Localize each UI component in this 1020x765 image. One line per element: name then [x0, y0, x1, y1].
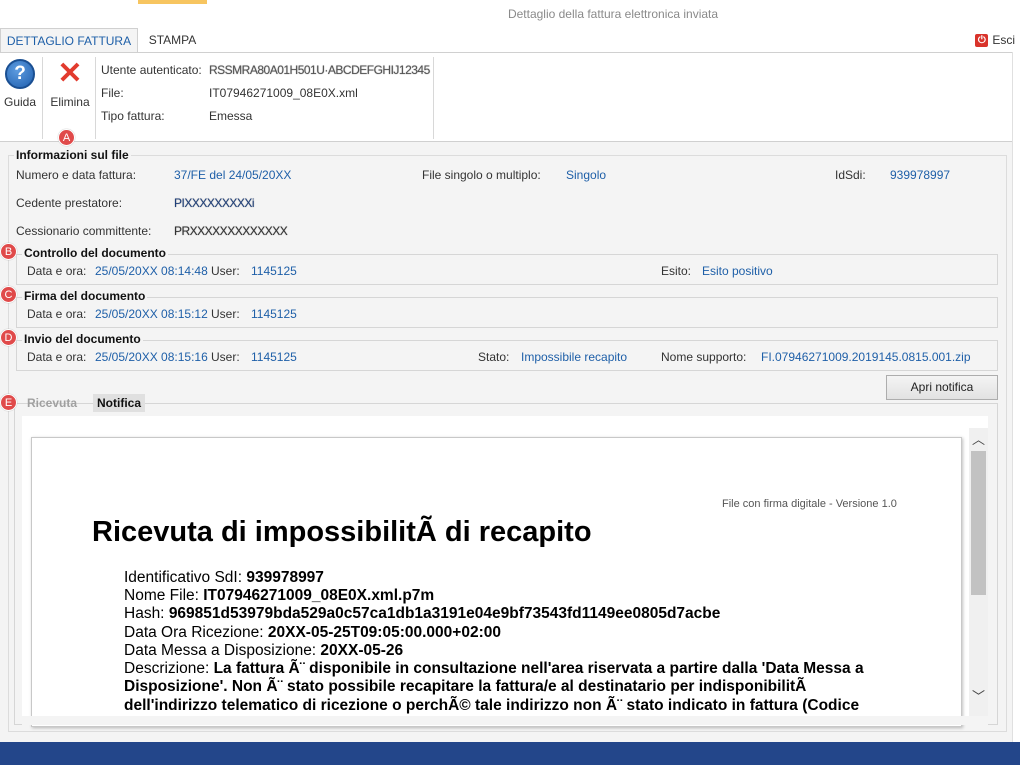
stampa-tab-accent — [138, 0, 207, 4]
power-icon: ⏻ — [975, 33, 989, 47]
marker-d: D — [0, 329, 17, 346]
marker-b: B — [0, 243, 17, 260]
doc-hash-label: Hash: — [124, 605, 169, 622]
doc-data-ricezione: Data Ora Ricezione: 20XX-05-25T09:05:00.… — [124, 624, 501, 642]
stato-label: Stato: — [478, 350, 510, 364]
doc-data-messa: Data Messa a Disposizione: 20XX-05-26 — [124, 642, 403, 660]
app-window: Dettaglio della fattura elettronica invi… — [0, 0, 1020, 765]
doc-messa-label: Data Messa a Disposizione: — [124, 642, 321, 659]
doc-nome-label: Nome File: — [124, 587, 204, 604]
esito-value: Esito positivo — [702, 264, 773, 278]
controllo-user-label: User: — [211, 264, 240, 278]
cessionario-label: Cessionario committente: — [16, 224, 152, 238]
utente-value: RSSMRA80A01H501U·ABCDEFGHIJ12345 — [209, 63, 430, 77]
tab-dettaglio-fattura[interactable]: DETTAGLIO FATTURA — [0, 28, 138, 52]
invio-user-value: 1145125 — [251, 350, 297, 364]
window-title: Dettaglio della fattura elettronica invi… — [507, 7, 719, 21]
controllo-title: Controllo del documento — [22, 246, 168, 260]
marker-a: A — [58, 129, 75, 146]
doc-id-label: Identificativo SdI: — [124, 569, 247, 586]
file-value: IT07946271009_08E0X.xml — [209, 86, 358, 100]
tab-ricevuta[interactable]: Ricevuta — [27, 396, 77, 410]
document-title: Ricevuta di impossibilitÃ di recapito — [92, 516, 592, 548]
invio-user-label: User: — [211, 350, 240, 364]
scrollbar-thumb[interactable] — [971, 451, 986, 595]
firma-user-value: 1145125 — [251, 307, 297, 321]
cedente-label: Cedente prestatore: — [16, 196, 123, 210]
delete-x-icon: ✕ — [57, 57, 83, 90]
ribbon-divider — [95, 57, 96, 139]
bottom-status-bar — [0, 742, 1020, 765]
viewer-bottom-edge — [22, 716, 988, 725]
firma-data-value: 25/05/20XX 08:15:12 — [95, 307, 208, 321]
doc-ricezione-value: 20XX-05-25T09:05:00.000+02:00 — [267, 624, 501, 641]
ribbon-divider — [433, 57, 434, 139]
firma-title: Firma del documento — [22, 289, 148, 303]
tab-notifica[interactable]: Notifica — [93, 394, 146, 412]
nome-supporto-label: Nome supporto: — [661, 350, 747, 364]
scroll-down-icon[interactable]: ﹀ — [969, 686, 988, 705]
scroll-up-icon[interactable]: ︿ — [969, 429, 988, 448]
guida-label: Guida — [3, 95, 37, 109]
numero-fattura-label: Numero e data fattura: — [16, 168, 137, 182]
firma-user-label: User: — [211, 307, 240, 321]
file-singolo-value: Singolo — [566, 168, 607, 182]
file-section-title: Informazioni sul file — [14, 148, 131, 162]
doc-messa-value: 20XX-05-26 — [320, 642, 404, 659]
doc-hash: Hash: 969851d53979bda529a0c57ca1db1a3191… — [124, 605, 720, 623]
doc-nome-value: IT07946271009_08E0X.xml.p7m — [203, 587, 435, 604]
doc-id-value: 939978997 — [246, 569, 324, 586]
elimina-button[interactable]: ✕ Elimina — [48, 57, 92, 110]
tipo-fattura-value: Emessa — [209, 109, 253, 123]
guida-button[interactable]: ? Guida — [2, 59, 38, 109]
apri-notifica-button[interactable]: Apri notifica — [886, 375, 998, 400]
marker-e: E — [0, 394, 17, 411]
esito-label: Esito: — [661, 264, 692, 278]
exit-label: Esci — [992, 33, 1015, 47]
file-label: File: — [101, 86, 124, 100]
stato-value: Impossibile recapito — [521, 350, 628, 364]
controllo-user-value: 1145125 — [251, 264, 297, 278]
doc-hash-value: 969851d53979bda529a0c57ca1db1a3191e04e9b… — [168, 605, 721, 622]
invio-data-label: Data e ora: — [27, 350, 87, 364]
file-singolo-label: File singolo o multiplo: — [422, 168, 541, 182]
ribbon: ? Guida ✕ Elimina Utente autenticato: RS… — [0, 52, 1012, 142]
invio-title: Invio del documento — [22, 332, 143, 346]
idsdi-value: 939978997 — [890, 168, 951, 182]
doc-identificativo: Identificativo SdI: 939978997 — [124, 569, 324, 587]
cessionario-value: PRXXXXXXXXXXXXX — [174, 224, 288, 238]
document-version: File con firma digitale - Versione 1.0 — [722, 498, 897, 510]
doc-desc-label: Descrizione: — [124, 660, 214, 677]
controllo-data-label: Data e ora: — [27, 264, 87, 278]
exit-button[interactable]: ⏻ Esci — [975, 32, 1015, 48]
doc-descrizione: Descrizione: La fattura Ã¨ disponibile i… — [124, 660, 894, 715]
doc-nome-file: Nome File: IT07946271009_08E0X.xml.p7m — [124, 587, 434, 605]
ribbon-divider — [42, 57, 43, 139]
firma-data-label: Data e ora: — [27, 307, 87, 321]
elimina-label: Elimina — [50, 95, 90, 109]
utente-label: Utente autenticato: — [101, 63, 202, 77]
nome-supporto-value: FI.07946271009.2019145.0815.001.zip — [761, 350, 971, 364]
cedente-value: PIXXXXXXXXXi — [174, 196, 255, 210]
window-edge — [1012, 52, 1020, 742]
invio-data-value: 25/05/20XX 08:15:16 — [95, 350, 208, 364]
tipo-fattura-label: Tipo fattura: — [101, 109, 165, 123]
marker-c: C — [0, 286, 17, 303]
tab-stampa[interactable]: STAMPA — [138, 28, 207, 52]
doc-desc-value: La fattura Ã¨ disponibile in consultazio… — [124, 660, 864, 714]
doc-ricezione-label: Data Ora Ricezione: — [124, 624, 268, 641]
numero-fattura-value: 37/FE del 24/05/20XX — [174, 168, 292, 182]
controllo-data-value: 25/05/20XX 08:14:48 — [95, 264, 208, 278]
help-icon: ? — [5, 59, 35, 89]
idsdi-label: IdSdi: — [835, 168, 866, 182]
